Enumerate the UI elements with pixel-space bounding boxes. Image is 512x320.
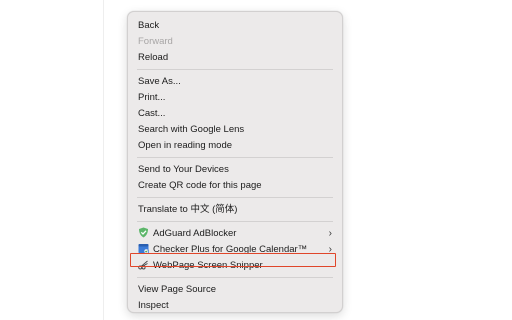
menu-separator [137, 69, 333, 70]
menu-item-back[interactable]: Back [128, 18, 342, 34]
menu-item-translate[interactable]: Translate to 中文 (简体) [128, 202, 342, 218]
menu-separator [137, 157, 333, 158]
highlight-box [130, 253, 336, 267]
page-divider [103, 0, 104, 320]
menu-item-adguard[interactable]: AdGuard AdBlocker › [128, 226, 342, 242]
browser-page: Back Forward Reload Save As... Print... … [0, 0, 512, 320]
menu-separator [137, 221, 333, 222]
menu-item-save-as[interactable]: Save As... [128, 74, 342, 90]
menu-item-reload[interactable]: Reload [128, 50, 342, 66]
menu-item-forward: Forward [138, 36, 173, 47]
adguard-shield-icon [138, 227, 149, 238]
chevron-right-icon: › [328, 228, 332, 239]
menu-item-label: AdGuard AdBlocker [153, 228, 237, 239]
menu-separator [137, 197, 333, 198]
menu-separator [137, 277, 333, 278]
menu-item-inspect[interactable]: Inspect [128, 298, 342, 314]
context-menu: Back Forward Reload Save As... Print... … [127, 11, 343, 313]
menu-item-print[interactable]: Print... [128, 90, 342, 106]
menu-item-send-to-devices[interactable]: Send to Your Devices [128, 162, 342, 178]
menu-item-search-google-lens[interactable]: Search with Google Lens [128, 122, 342, 138]
menu-item-cast[interactable]: Cast... [128, 106, 342, 122]
menu-item-reading-mode[interactable]: Open in reading mode [128, 138, 342, 154]
menu-item-view-page-source[interactable]: View Page Source [128, 282, 342, 298]
menu-item-create-qr-code[interactable]: Create QR code for this page [128, 178, 342, 194]
